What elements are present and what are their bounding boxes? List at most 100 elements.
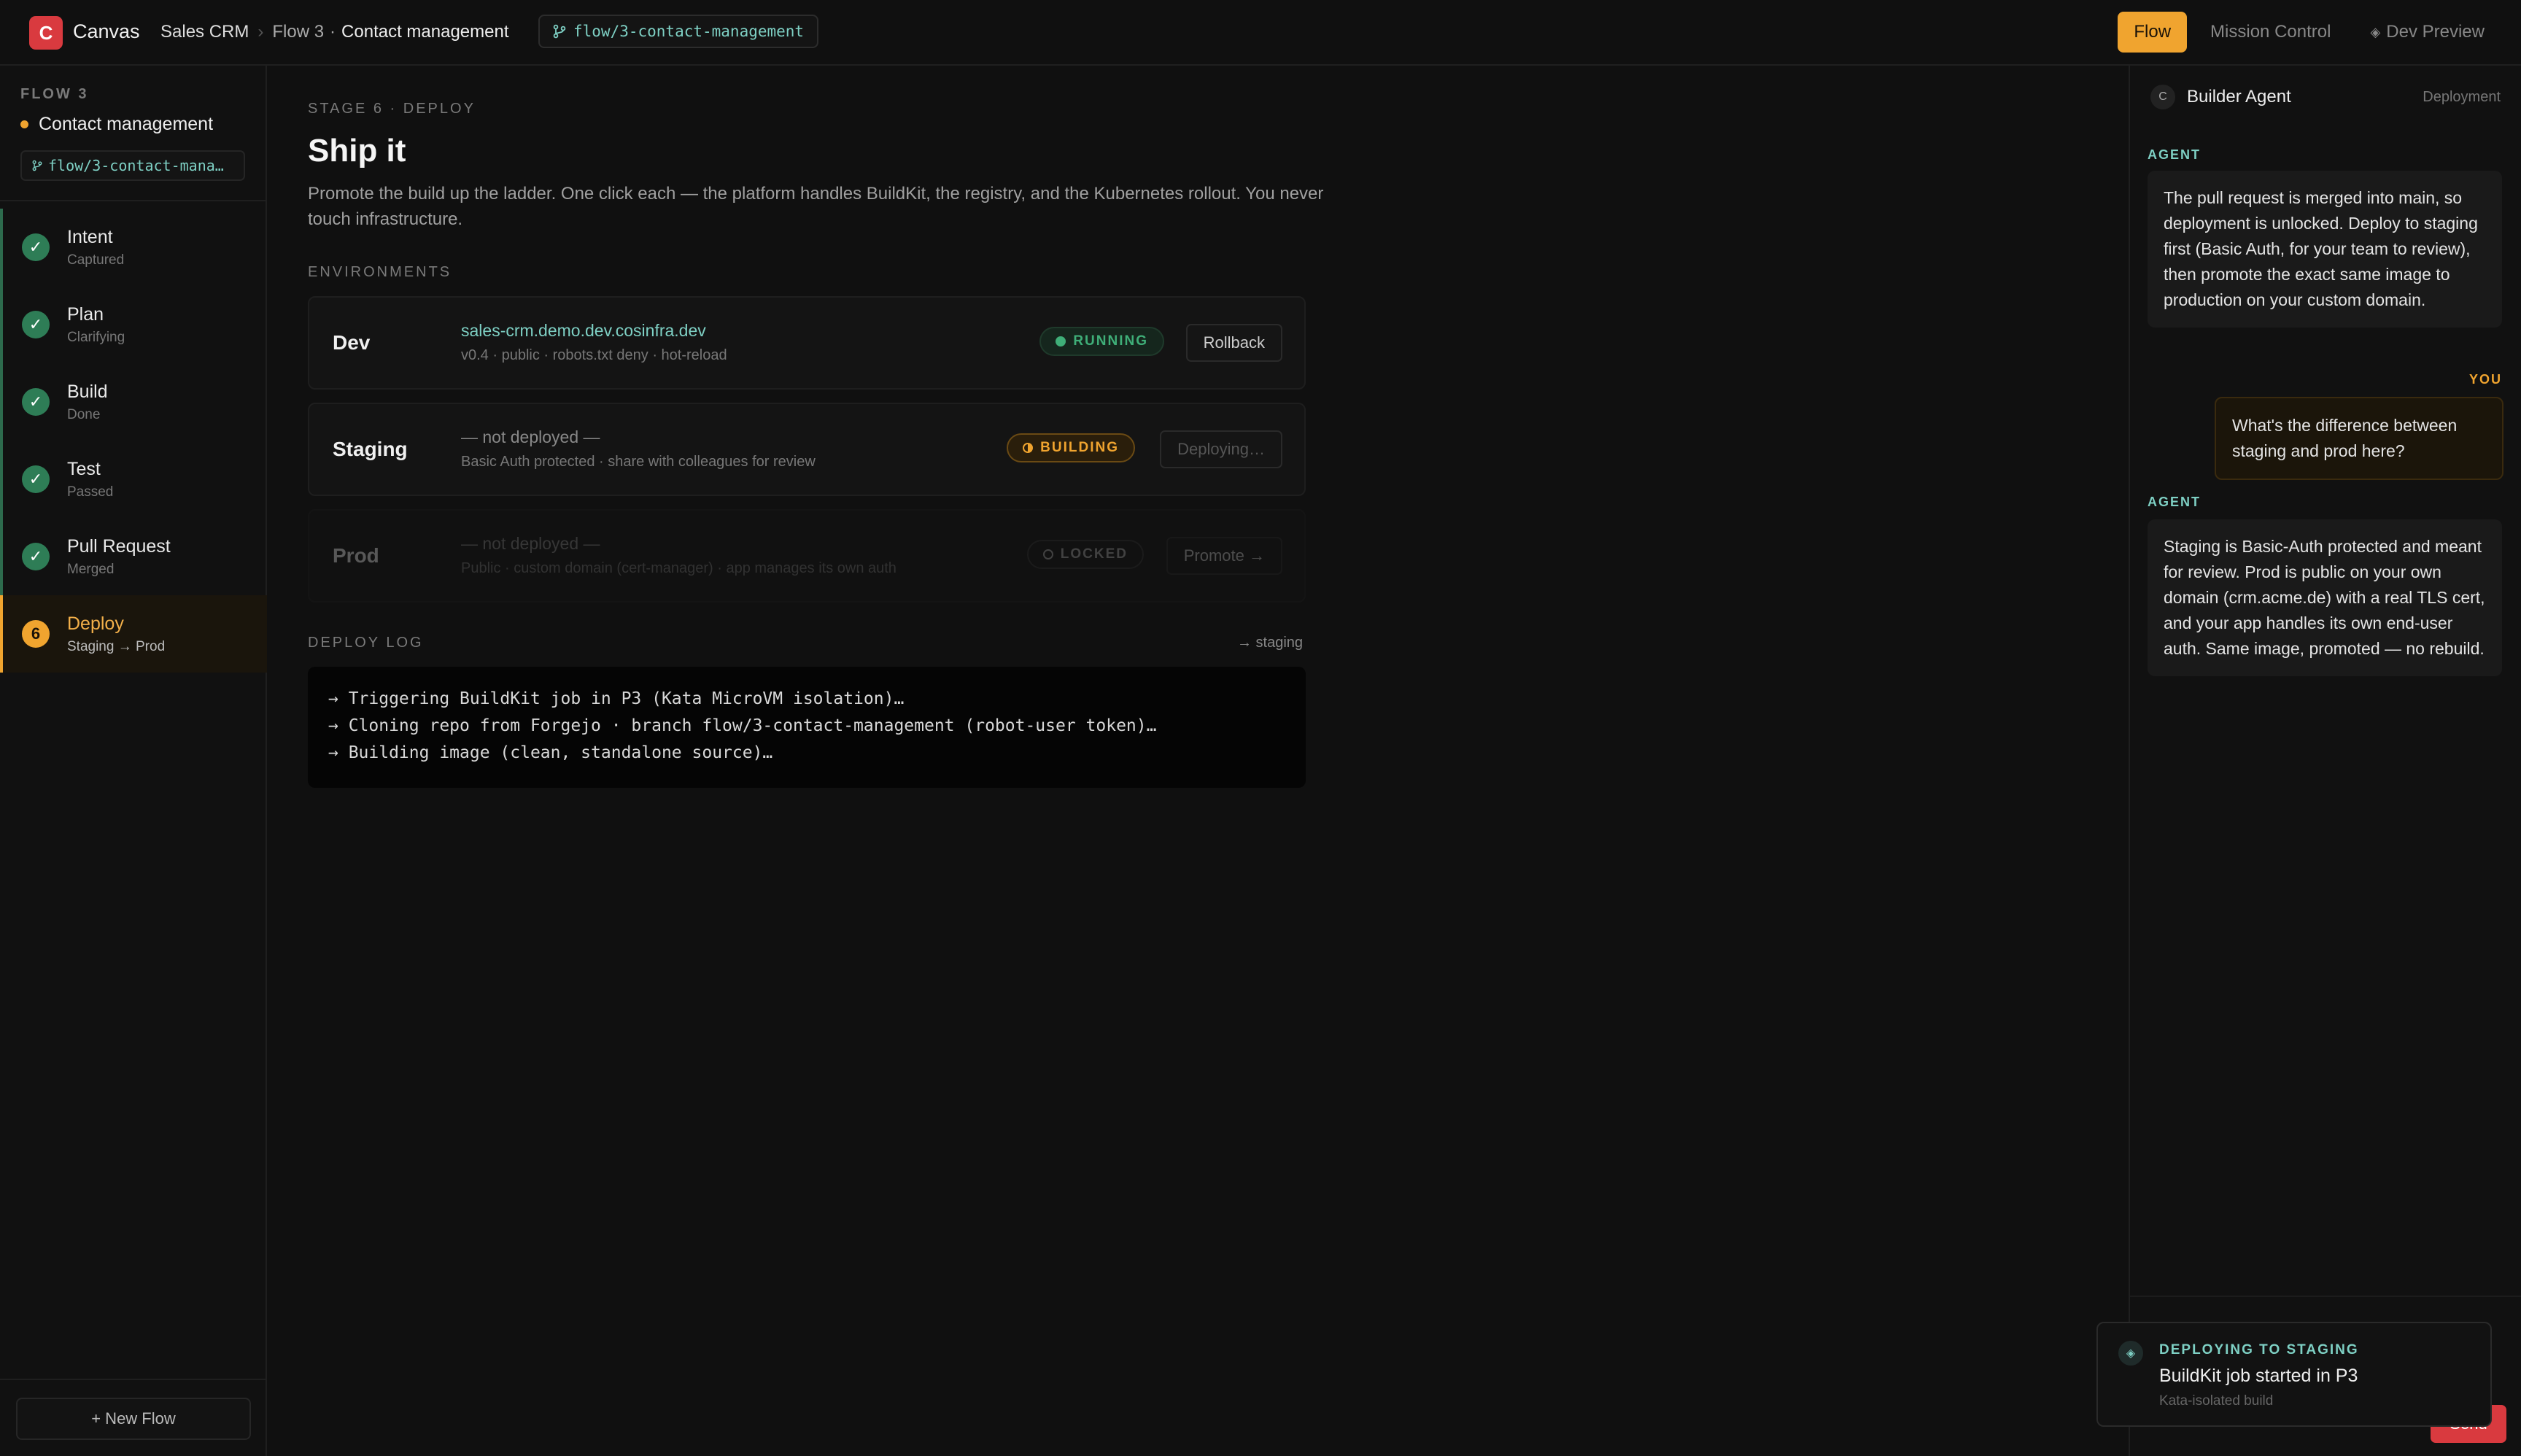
mode-dev-preview-label: Dev Preview [2386, 22, 2485, 42]
sidebar-flow-title: Contact management [20, 114, 213, 135]
agent-name: Builder Agent [2187, 87, 2291, 107]
toast-title: DEPLOYING TO STAGING [2159, 1342, 2359, 1358]
toast-message: BuildKit job started in P3 [2159, 1366, 2358, 1386]
breadcrumb-dot: · [330, 22, 336, 42]
step-status: Captured [67, 252, 125, 268]
step-name: Intent [67, 226, 113, 247]
user-message: What's the difference between staging an… [2215, 397, 2503, 480]
sidebar-flow-title-text: Contact management [39, 114, 214, 134]
mode-dev-preview-button[interactable]: ◈ Dev Preview [2354, 12, 2501, 53]
step-pull-request[interactable]: ✓ Pull Request Merged [0, 518, 267, 595]
agent-avatar: C [2150, 85, 2175, 109]
breadcrumb: Sales CRM › Flow 3 · Contact management [160, 22, 509, 42]
env-url: — not deployed — [461, 427, 600, 446]
git-branch-icon [553, 24, 566, 39]
check-icon: ✓ [22, 388, 50, 416]
breadcrumb-current: Contact management [341, 22, 509, 42]
step-status: Merged [67, 561, 115, 577]
rollback-button[interactable]: Rollback [1185, 324, 1282, 362]
check-icon: ✓ [22, 465, 50, 493]
status-badge-text: LOCKED [1060, 546, 1128, 562]
main-content: STAGE 6 · DEPLOY Ship it Promote the bui… [267, 66, 2129, 1456]
app-root: C Canvas Sales CRM › Flow 3 · Contact ma… [0, 0, 2521, 1456]
branch-name: flow/3-contact-management [573, 23, 805, 40]
step-test[interactable]: ✓ Test Passed [0, 441, 267, 518]
lock-circle-icon [1042, 549, 1053, 559]
step-status: Clarifying [67, 329, 125, 345]
mode-flow-button[interactable]: Flow [2118, 12, 2188, 53]
new-flow-button[interactable]: + New Flow [16, 1398, 251, 1440]
env-card-dev: Dev sales-crm.demo.dev.cosinfra.dev v0.4… [308, 296, 1306, 390]
app-logo[interactable]: C [29, 16, 63, 50]
promote-button[interactable]: Promote → [1166, 537, 1282, 575]
sidebar-flow-label: FLOW 3 [20, 86, 89, 102]
deploying-button[interactable]: Deploying… [1160, 430, 1282, 468]
step-name: Build [67, 381, 108, 402]
sidebar: FLOW 3 Contact management flow/3-contact… [0, 66, 267, 1456]
log-line: → Cloning repo from Forgejo · branch flo… [328, 716, 1157, 735]
env-url: — not deployed — [461, 534, 600, 553]
branch-pill[interactable]: flow/3-contact-management [538, 15, 819, 48]
you-label: YOU [2468, 372, 2502, 387]
diamond-icon: ◈ [2370, 24, 2381, 39]
status-badge-text: BUILDING [1040, 440, 1119, 455]
breadcrumb-flow[interactable]: Flow 3 [272, 22, 324, 42]
step-deploy[interactable]: 6 Deploy Staging → Prod [0, 595, 267, 673]
deploy-log: → Triggering BuildKit job in P3 (Kata Mi… [308, 667, 1306, 788]
check-icon: ✓ [22, 233, 50, 261]
step-name: Pull Request [67, 535, 171, 557]
status-badge: BUILDING [1007, 433, 1135, 462]
env-meta: Basic Auth protected · share with collea… [461, 454, 816, 470]
sidebar-branch-name: flow/3-contact-mana… [48, 157, 224, 174]
toast-subtext: Kata-isolated build [2159, 1393, 2274, 1409]
step-build[interactable]: ✓ Build Done [0, 363, 267, 441]
mode-mission-control-button[interactable]: Mission Control [2194, 12, 2347, 53]
agent-label: AGENT [2148, 495, 2201, 509]
step-name: Test [67, 458, 101, 479]
agent-label: AGENT [2148, 147, 2201, 162]
check-icon: ✓ [22, 543, 50, 570]
agent-header: C Builder Agent [2150, 85, 2291, 109]
deploy-log-label: DEPLOY LOG [308, 635, 424, 651]
check-icon: ✓ [22, 311, 50, 338]
building-spinner-icon [1023, 443, 1034, 453]
env-card-prod: Prod — not deployed — Public · custom do… [308, 509, 1306, 603]
status-badge: RUNNING [1039, 327, 1164, 356]
env-meta: Public · custom domain (cert-manager) · … [461, 560, 897, 576]
status-badge-text: RUNNING [1073, 333, 1148, 349]
mode-switcher: Flow Mission Control ◈ Dev Preview [2118, 12, 2501, 53]
step-status: Staging → Prod [67, 638, 166, 654]
app-name: Canvas [73, 20, 140, 42]
page-title: Ship it [308, 133, 406, 169]
step-status: Passed [67, 484, 114, 500]
deploy-log-target: → staging [1237, 635, 1304, 651]
top-bar: C Canvas Sales CRM › Flow 3 · Contact ma… [0, 0, 2521, 66]
env-card-staging: Staging — not deployed — Basic Auth prot… [308, 403, 1306, 496]
agent-panel: C Builder Agent Deployment AGENT The pul… [2129, 66, 2521, 1456]
agent-message: Staging is Basic-Auth protected and mean… [2148, 519, 2502, 676]
running-dot-icon [1056, 336, 1066, 346]
sidebar-divider [0, 200, 267, 201]
log-line: → Building image (clean, standalone sour… [328, 743, 773, 762]
env-meta: v0.4 · public · robots.txt deny · hot-re… [461, 347, 727, 363]
breadcrumb-project[interactable]: Sales CRM [160, 22, 249, 42]
git-branch-icon [32, 160, 42, 171]
page-description: Promote the build up the ladder. One cli… [308, 184, 1324, 229]
status-dot-icon [20, 120, 28, 128]
sidebar-branch-pill[interactable]: flow/3-contact-mana… [20, 150, 245, 181]
diamond-icon: ◈ [2118, 1341, 2143, 1366]
step-status: Done [67, 406, 101, 422]
sidebar-footer-divider [0, 1379, 267, 1380]
environments-label: ENVIRONMENTS [308, 264, 452, 280]
agent-message: The pull request is merged into main, so… [2148, 171, 2502, 328]
step-list: ✓ Intent Captured ✓ Plan Clarifying ✓ Buil… [0, 209, 267, 673]
step-intent[interactable]: ✓ Intent Captured [0, 209, 267, 286]
breadcrumb-separator: › [257, 22, 264, 42]
log-line: → Triggering BuildKit job in P3 (Kata Mi… [328, 689, 905, 708]
step-number-badge: 6 [22, 620, 50, 648]
env-name: Dev [333, 331, 371, 354]
deploy-toast[interactable]: ◈ DEPLOYING TO STAGING BuildKit job star… [2096, 1322, 2492, 1427]
agent-context: Deployment [2423, 89, 2501, 105]
env-url-link[interactable]: sales-crm.demo.dev.cosinfra.dev [461, 321, 706, 341]
step-plan[interactable]: ✓ Plan Clarifying [0, 286, 267, 363]
